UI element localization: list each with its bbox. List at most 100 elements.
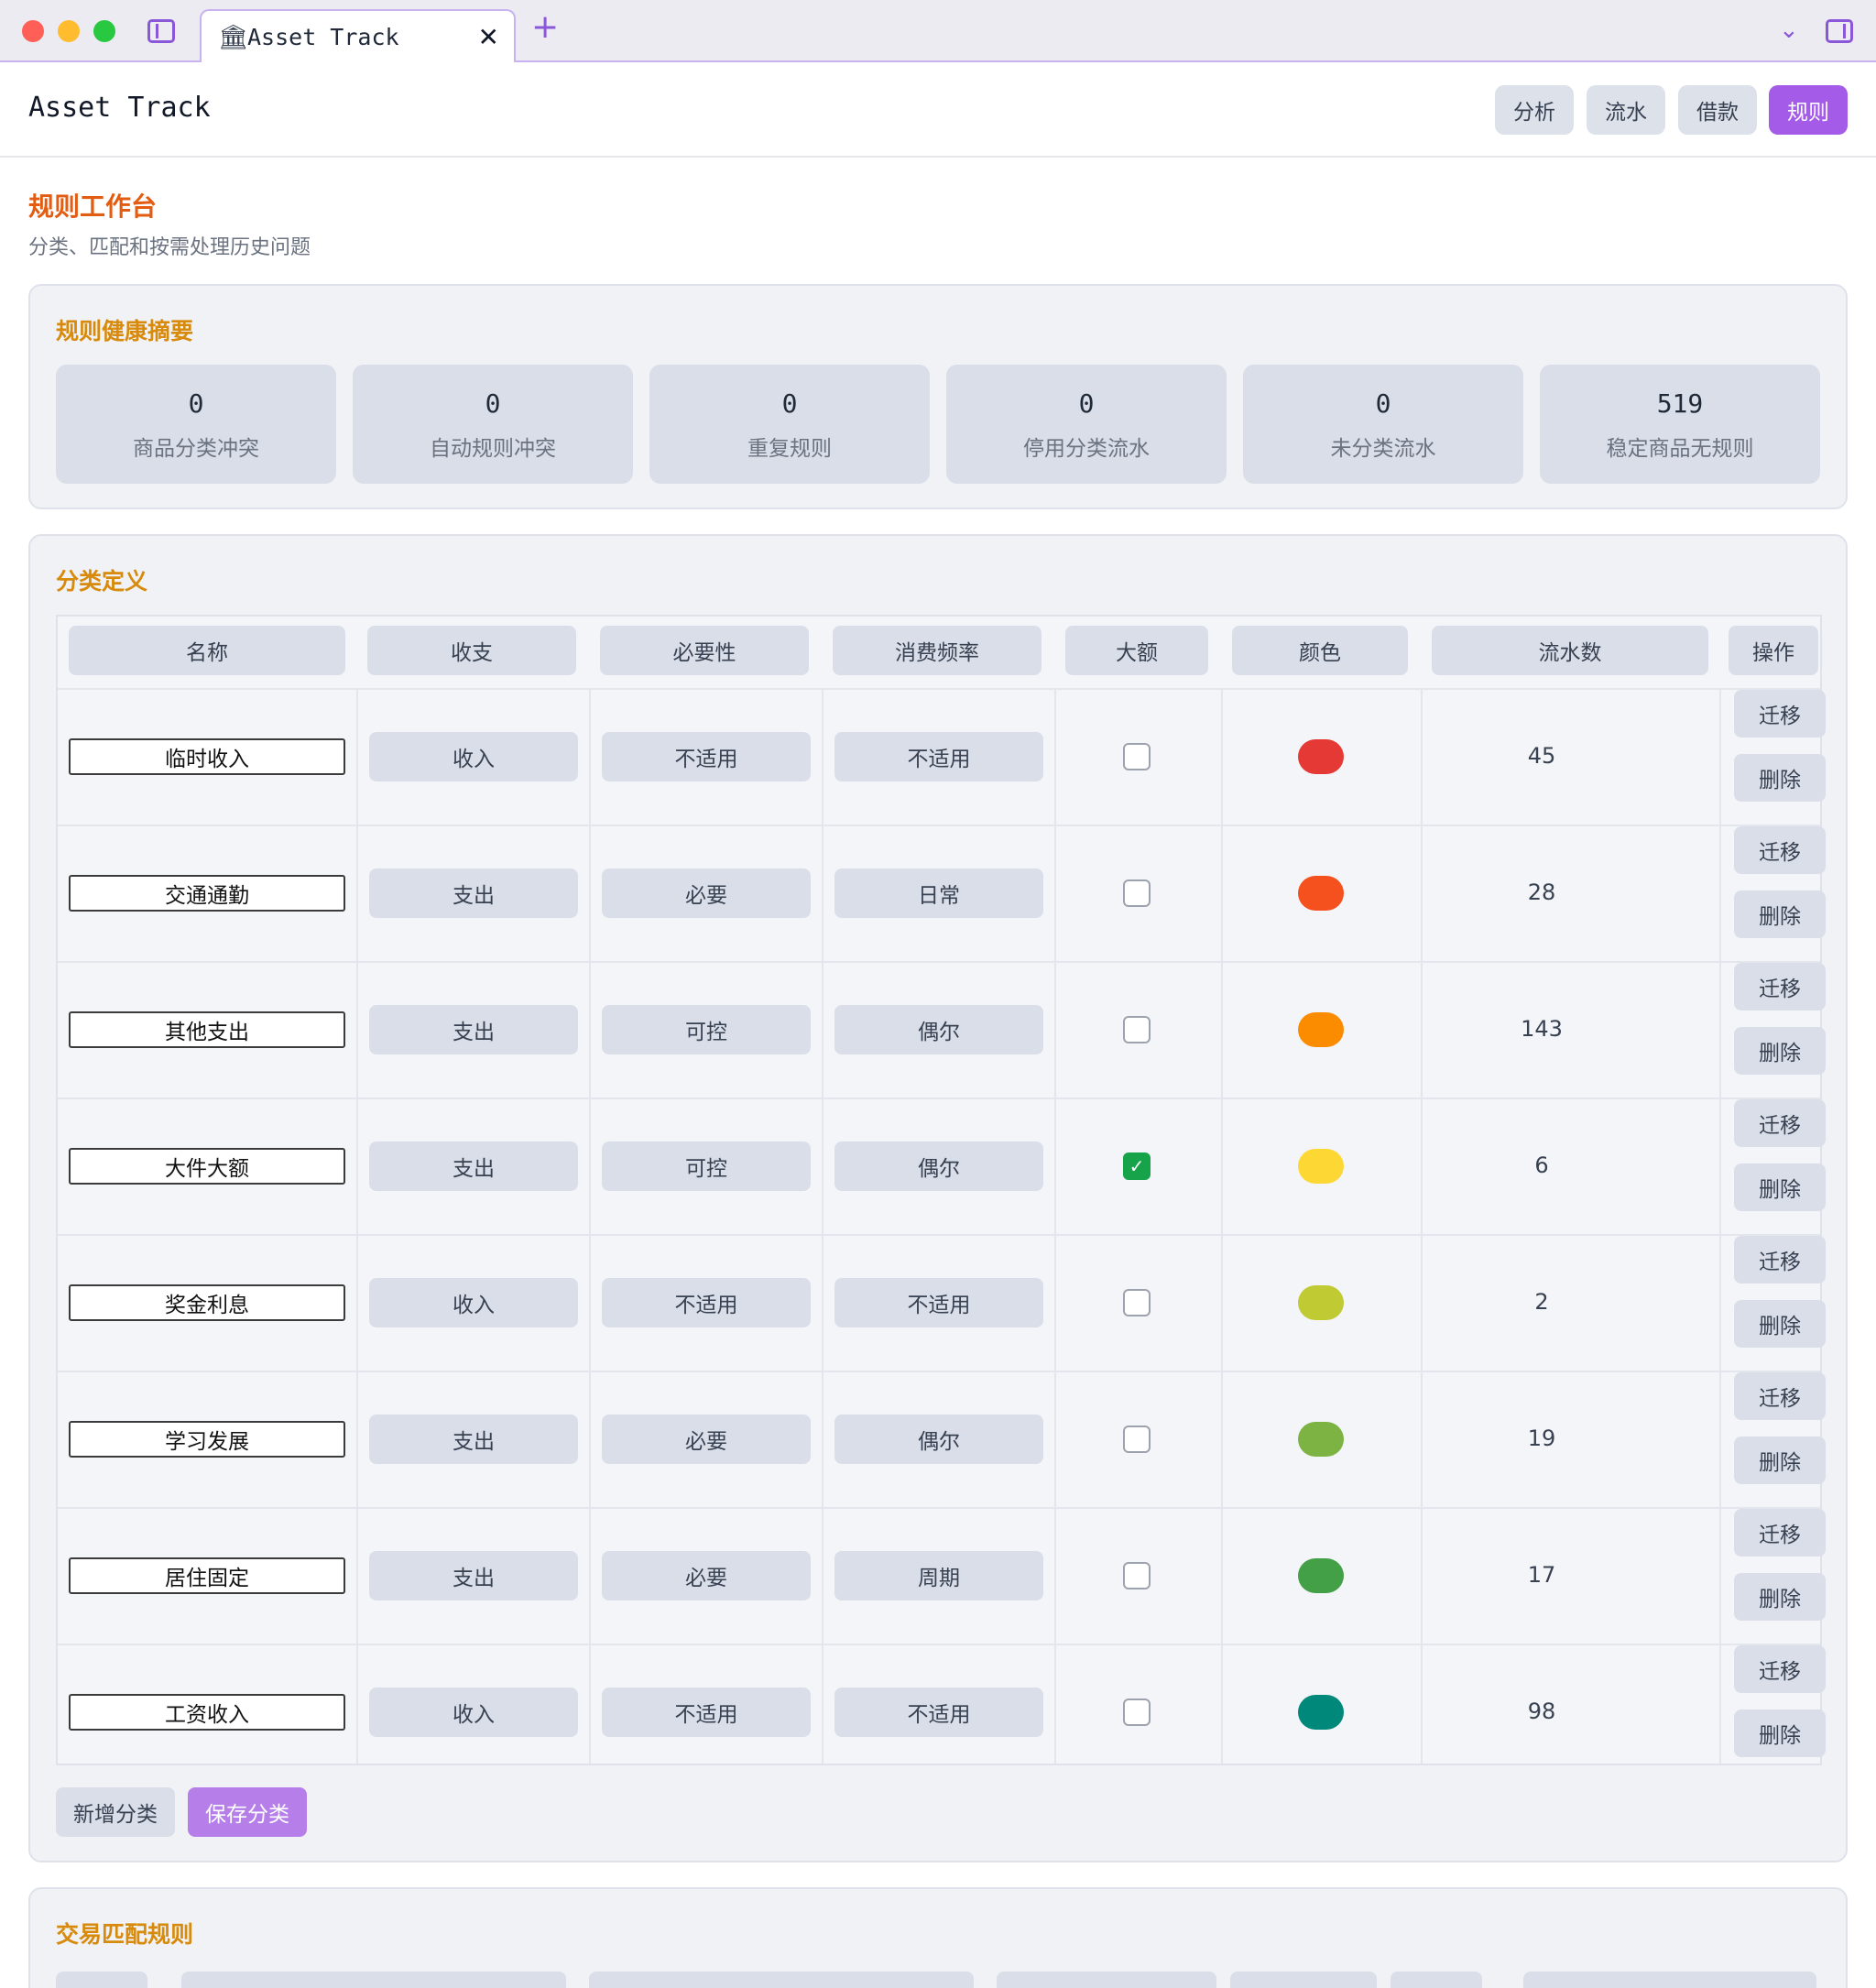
page-subtitle: 分类、匹配和按需处理历史问题 xyxy=(28,236,311,259)
large-checkbox[interactable] xyxy=(1123,879,1151,907)
type-select[interactable]: 支出 xyxy=(369,1415,578,1464)
category-name-input[interactable]: 其他支出 xyxy=(69,1011,345,1048)
nav-loans-button[interactable]: 借款 xyxy=(1678,85,1757,135)
category-name-input[interactable]: 学习发展 xyxy=(69,1421,345,1458)
frequency-select[interactable]: 日常 xyxy=(834,868,1043,918)
frequency-select[interactable]: 偶尔 xyxy=(834,1005,1043,1054)
large-checkbox[interactable] xyxy=(1123,1289,1151,1316)
stat-card[interactable]: 0 未分类流水 xyxy=(1243,365,1523,484)
delete-button[interactable]: 删除 xyxy=(1734,1163,1826,1211)
necessity-select[interactable]: 不适用 xyxy=(602,732,811,781)
color-swatch[interactable] xyxy=(1298,1695,1344,1730)
color-swatch[interactable] xyxy=(1298,739,1344,774)
health-summary-title: 规则健康摘要 xyxy=(56,318,194,344)
save-categories-button[interactable]: 保存分类 xyxy=(188,1787,307,1837)
frequency-select[interactable]: 偶尔 xyxy=(834,1141,1043,1191)
necessity-select[interactable]: 必要 xyxy=(602,1415,811,1464)
necessity-select[interactable]: 必要 xyxy=(602,868,811,918)
frequency-select[interactable]: 不适用 xyxy=(834,1688,1043,1737)
type-select[interactable]: 支出 xyxy=(369,868,578,918)
color-swatch[interactable] xyxy=(1298,1012,1344,1047)
color-swatch[interactable] xyxy=(1298,1285,1344,1320)
frequency-select[interactable]: 偶尔 xyxy=(834,1415,1043,1464)
frequency-select[interactable]: 不适用 xyxy=(834,1278,1043,1327)
color-swatch[interactable] xyxy=(1298,1149,1344,1184)
large-checkbox[interactable] xyxy=(1123,1699,1151,1726)
large-checkbox[interactable] xyxy=(1123,1562,1151,1589)
migrate-button[interactable]: 迁移 xyxy=(1734,1236,1826,1283)
browser-tab[interactable]: 🏛 Asset Track ✕ xyxy=(200,9,516,64)
necessity-select[interactable]: 不适用 xyxy=(602,1688,811,1737)
delete-button[interactable]: 删除 xyxy=(1734,890,1826,938)
color-swatch[interactable] xyxy=(1298,1422,1344,1457)
nav-rules-button[interactable]: 规则 xyxy=(1769,85,1848,135)
nav-transactions-button[interactable]: 流水 xyxy=(1587,85,1665,135)
nav-analysis-button[interactable]: 分析 xyxy=(1495,85,1574,135)
category-name-input[interactable]: 临时收入 xyxy=(69,738,345,775)
migrate-button[interactable]: 迁移 xyxy=(1734,963,1826,1010)
necessity-select[interactable]: 必要 xyxy=(602,1551,811,1600)
close-tab-icon[interactable]: ✕ xyxy=(478,22,499,52)
large-checkbox[interactable] xyxy=(1123,743,1151,770)
color-swatch[interactable] xyxy=(1298,876,1344,911)
delete-button[interactable]: 删除 xyxy=(1734,1709,1826,1757)
frequency-select[interactable]: 不适用 xyxy=(834,732,1043,781)
type-select[interactable]: 支出 xyxy=(369,1551,578,1600)
sidebar-toggle-icon[interactable] xyxy=(147,19,175,43)
chevron-down-icon[interactable]: ⌄ xyxy=(1779,16,1799,44)
stat-label: 重复规则 xyxy=(747,437,832,461)
column-header xyxy=(1230,1972,1377,1988)
stat-card[interactable]: 519 稳定商品无规则 xyxy=(1540,365,1820,484)
row-divider xyxy=(58,1507,1820,1509)
delete-button[interactable]: 删除 xyxy=(1734,1436,1826,1484)
migrate-button[interactable]: 迁移 xyxy=(1734,826,1826,874)
large-checkbox[interactable] xyxy=(1123,1425,1151,1453)
type-select[interactable]: 收入 xyxy=(369,1688,578,1737)
migrate-button[interactable]: 迁移 xyxy=(1734,1372,1826,1420)
type-select[interactable]: 支出 xyxy=(369,1141,578,1191)
type-select[interactable]: 支出 xyxy=(369,1005,578,1054)
category-name-input[interactable]: 交通通勤 xyxy=(69,875,345,912)
stat-label: 停用分类流水 xyxy=(1023,437,1150,461)
type-select[interactable]: 收入 xyxy=(369,1278,578,1327)
delete-button[interactable]: 删除 xyxy=(1734,754,1826,802)
migrate-button[interactable]: 迁移 xyxy=(1734,690,1826,737)
new-tab-button[interactable]: + xyxy=(531,11,559,44)
large-checkbox[interactable] xyxy=(1123,1016,1151,1043)
app-header: Asset Track 分析 流水 借款 规则 xyxy=(0,62,1876,158)
category-name-input[interactable]: 居住固定 xyxy=(69,1557,345,1594)
add-category-button[interactable]: 新增分类 xyxy=(56,1787,175,1837)
column-header-actions: 操作 xyxy=(1729,626,1818,675)
close-window-button[interactable] xyxy=(22,20,44,42)
migrate-button[interactable]: 迁移 xyxy=(1734,1645,1826,1693)
frequency-select[interactable]: 周期 xyxy=(834,1551,1043,1600)
necessity-select[interactable]: 不适用 xyxy=(602,1278,811,1327)
column-divider xyxy=(822,690,823,1764)
category-name-input[interactable]: 工资收入 xyxy=(69,1694,345,1731)
transaction-count: 19 xyxy=(1527,1425,1556,1451)
matching-rules-title: 交易匹配规则 xyxy=(56,1921,194,1948)
stat-card[interactable]: 0 自动规则冲突 xyxy=(353,365,633,484)
color-swatch[interactable] xyxy=(1298,1558,1344,1593)
column-divider xyxy=(356,690,358,1764)
stat-card[interactable]: 0 重复规则 xyxy=(649,365,930,484)
stat-value: 0 xyxy=(1078,388,1095,419)
stat-card[interactable]: 0 停用分类流水 xyxy=(946,365,1227,484)
delete-button[interactable]: 删除 xyxy=(1734,1300,1826,1348)
row-divider xyxy=(58,961,1820,963)
category-name-input[interactable]: 大件大额 xyxy=(69,1148,345,1185)
right-sidebar-toggle-icon[interactable] xyxy=(1826,19,1853,43)
type-select[interactable]: 收入 xyxy=(369,732,578,781)
maximize-window-button[interactable] xyxy=(93,20,115,42)
large-checkbox-checked[interactable]: ✓ xyxy=(1123,1152,1151,1180)
migrate-button[interactable]: 迁移 xyxy=(1734,1509,1826,1557)
necessity-select[interactable]: 可控 xyxy=(602,1005,811,1054)
column-header-count: 流水数 xyxy=(1432,626,1708,675)
delete-button[interactable]: 删除 xyxy=(1734,1027,1826,1075)
category-name-input[interactable]: 奖金利息 xyxy=(69,1284,345,1321)
delete-button[interactable]: 删除 xyxy=(1734,1573,1826,1621)
minimize-window-button[interactable] xyxy=(58,20,80,42)
migrate-button[interactable]: 迁移 xyxy=(1734,1099,1826,1147)
necessity-select[interactable]: 可控 xyxy=(602,1141,811,1191)
stat-card[interactable]: 0 商品分类冲突 xyxy=(56,365,336,484)
